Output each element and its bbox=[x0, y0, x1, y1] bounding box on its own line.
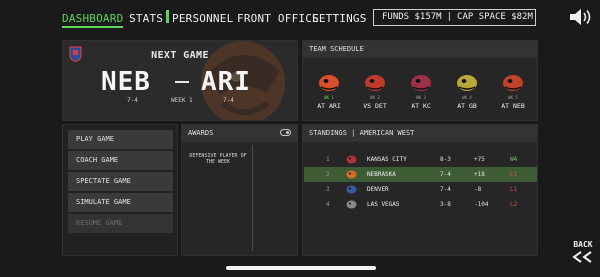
row-record: 7-4 bbox=[440, 171, 451, 178]
standings-division: AMERICAN WEST bbox=[359, 129, 415, 137]
game-opponent: AT NEB bbox=[501, 102, 525, 110]
row-record: 8-3 bbox=[440, 156, 451, 163]
row-rank: 3 bbox=[326, 186, 330, 193]
play-game-button[interactable]: PLAY GAME bbox=[68, 130, 173, 149]
schedule-game[interactable]: WK 3 AT KC bbox=[401, 73, 441, 110]
awards-toggle[interactable] bbox=[280, 129, 291, 136]
awards-panel: AWARDS DEFENSIVE PLAYER OF THE WEEK bbox=[181, 124, 298, 256]
standings-header: STANDINGS | AMERICAN WEST bbox=[303, 125, 537, 142]
row-rank: 1 bbox=[326, 156, 330, 163]
row-point-diff: -8 bbox=[474, 186, 482, 193]
standings-row[interactable]: 4 LAS VEGAS 3-8 -104 L2 bbox=[304, 197, 537, 212]
game-week: WK 5 bbox=[508, 95, 518, 100]
game-week: WK 2 bbox=[370, 95, 380, 100]
row-streak: W4 bbox=[510, 156, 518, 163]
row-streak: L1 bbox=[510, 171, 518, 178]
standings-row[interactable]: 1 KANSAS CITY 8-3 +75 W4 bbox=[304, 152, 537, 167]
schedule-game[interactable]: WK 1 AT ARI bbox=[309, 73, 349, 110]
funds-value: FUNDS $157M bbox=[382, 12, 442, 22]
standings-separator: | bbox=[351, 129, 356, 137]
game-opponent: AT KC bbox=[411, 102, 431, 110]
schedule-game[interactable]: WK 5 AT NEB bbox=[493, 73, 533, 110]
top-nav-bar: DASHBOARD STATS PERSONNEL FRONT OFFICE S… bbox=[0, 0, 600, 36]
team-logo-icon bbox=[346, 170, 357, 179]
team-logo-icon bbox=[346, 155, 357, 164]
team-logo-icon bbox=[503, 75, 523, 91]
speaker-icon[interactable] bbox=[568, 8, 594, 26]
standings-row[interactable]: 2 NEBRASKA 7-4 +18 L1 bbox=[304, 167, 537, 182]
game-actions-menu: PLAY GAME COACH GAME SPECTATE GAME SIMUL… bbox=[62, 124, 178, 256]
simulate-game-button[interactable]: SIMULATE GAME bbox=[68, 193, 173, 212]
row-logo-fill bbox=[346, 185, 357, 194]
schedule-header: TEAM SCHEDULE bbox=[303, 41, 537, 58]
schedule-game[interactable]: WK 4 AT GB bbox=[447, 73, 487, 110]
row-team: LAS VEGAS bbox=[367, 201, 400, 208]
row-logo-fill bbox=[346, 155, 357, 164]
row-record: 3-8 bbox=[440, 201, 451, 208]
home-team-abbr: NEB bbox=[101, 67, 151, 97]
row-team: NEBRASKA bbox=[367, 171, 396, 178]
nav-personnel[interactable]: PERSONNEL bbox=[172, 12, 233, 25]
row-point-diff: +75 bbox=[474, 156, 485, 163]
row-point-diff: +18 bbox=[474, 171, 485, 178]
home-indicator bbox=[226, 266, 376, 270]
back-label: BACK bbox=[573, 240, 593, 249]
coach-game-button[interactable]: COACH GAME bbox=[68, 151, 173, 170]
resume-game-button: RESUME GAME bbox=[68, 214, 173, 233]
row-team: DENVER bbox=[367, 186, 389, 193]
row-rank: 4 bbox=[326, 201, 330, 208]
double-chevron-left-icon bbox=[572, 251, 592, 263]
nav-dashboard[interactable]: DASHBOARD bbox=[62, 12, 124, 28]
away-team-abbr: ARI bbox=[201, 67, 251, 97]
team-logo-icon bbox=[411, 75, 431, 91]
team-logo-icon bbox=[346, 200, 357, 209]
row-streak: L2 bbox=[510, 201, 518, 208]
cap-space-value: CAP SPACE $82M bbox=[457, 12, 533, 22]
row-streak: L1 bbox=[510, 186, 518, 193]
award-title: DEFENSIVE PLAYER OF THE WEEK bbox=[189, 153, 247, 165]
row-logo-fill bbox=[346, 170, 357, 179]
nav-stats[interactable]: STATS bbox=[129, 12, 163, 25]
row-rank: 2 bbox=[326, 171, 330, 178]
nav-front-office[interactable]: FRONT OFFICE bbox=[237, 12, 319, 25]
nav-settings[interactable]: SETTINGS bbox=[312, 12, 367, 25]
game-opponent: AT ARI bbox=[317, 102, 341, 110]
row-logo-fill bbox=[346, 200, 357, 209]
finance-separator: | bbox=[446, 12, 453, 22]
schedule-game[interactable]: WK 2 VS DET bbox=[355, 73, 395, 110]
matchup-dash bbox=[175, 81, 189, 83]
away-record: 7-4 bbox=[223, 97, 234, 104]
row-record: 7-4 bbox=[440, 186, 451, 193]
week-label: WEEK 1 bbox=[171, 97, 193, 104]
standings-panel: STANDINGS | AMERICAN WEST 1 KANSAS CITY 8-… bbox=[302, 124, 538, 256]
awards-divider bbox=[252, 145, 253, 251]
standings-row[interactable]: 3 DENVER 7-4 -8 L1 bbox=[304, 182, 537, 197]
home-record: 7-4 bbox=[127, 97, 138, 104]
game-week: WK 3 bbox=[416, 95, 426, 100]
team-schedule-panel: TEAM SCHEDULE WK 1 AT ARI WK 2 VS DET WK 3 AT… bbox=[302, 40, 538, 121]
team-logo-icon bbox=[346, 185, 357, 194]
game-opponent: VS DET bbox=[363, 102, 387, 110]
game-week: WK 1 bbox=[324, 95, 334, 100]
next-game-title: NEXT GAME bbox=[151, 50, 209, 61]
standings-title: STANDINGS bbox=[309, 129, 347, 137]
row-point-diff: -104 bbox=[474, 201, 489, 208]
game-opponent: AT GB bbox=[457, 102, 477, 110]
team-logo-icon bbox=[319, 75, 339, 91]
row-team: KANSAS CITY bbox=[367, 156, 407, 163]
team-logo-icon bbox=[457, 75, 477, 91]
next-game-panel[interactable]: NEXT GAME NEB ARI 7-4 WEEK 1 7-4 bbox=[62, 40, 298, 121]
spectate-game-button[interactable]: SPECTATE GAME bbox=[68, 172, 173, 191]
team-logo-icon bbox=[365, 75, 385, 91]
game-week: WK 4 bbox=[462, 95, 472, 100]
alert-icon bbox=[166, 10, 169, 23]
finance-summary: FUNDS $157M | CAP SPACE $82M bbox=[373, 9, 536, 26]
back-button[interactable]: BACK bbox=[571, 240, 595, 263]
